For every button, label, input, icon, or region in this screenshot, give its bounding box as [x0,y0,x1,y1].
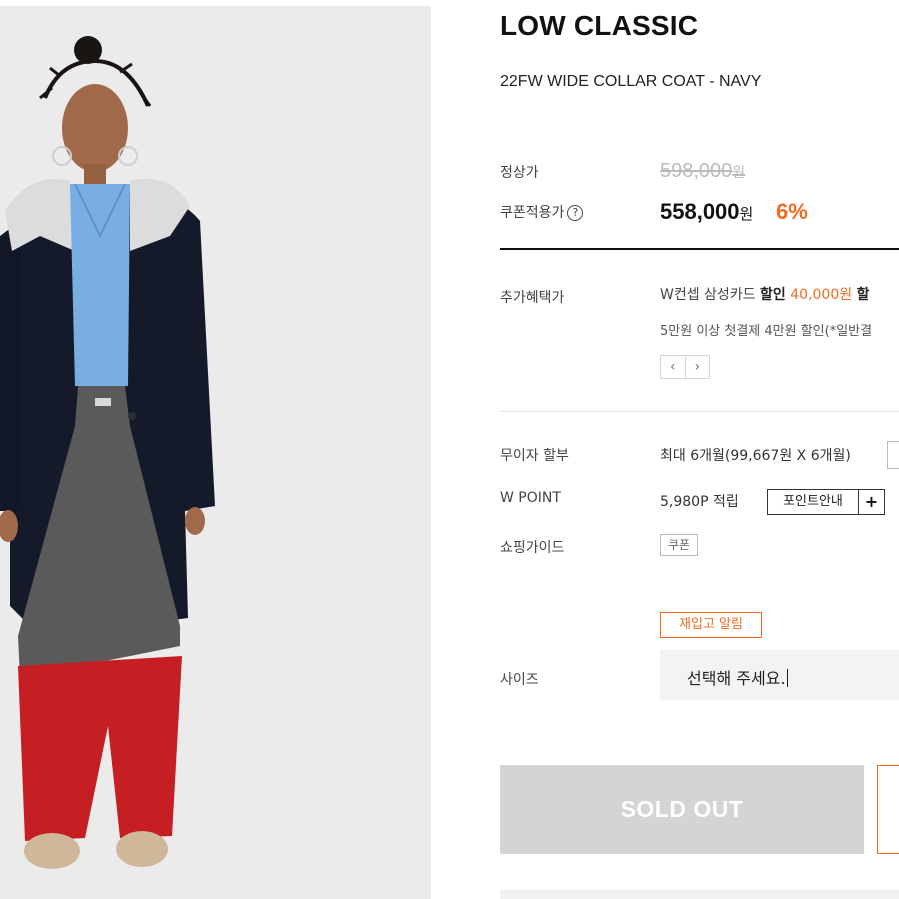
wishlist-button[interactable] [877,765,899,854]
regular-price-unit: 원 [732,164,746,180]
coupon-price-label: 쿠폰적용가? [500,202,584,222]
price-divider [500,248,899,250]
help-icon[interactable]: ? [567,205,584,221]
installment-label: 무이자 할부 [500,448,569,464]
size-select-placeholder: 선택해 주세요. [687,669,786,688]
regular-price: 598,000원 [660,160,745,183]
coupon-price-value: 558,000 [660,199,740,224]
regular-price-label: 정상가 [500,165,539,181]
sold-out-button[interactable]: SOLD OUT [500,765,864,854]
plus-icon[interactable]: + [858,489,885,515]
regular-price-value: 598,000 [660,160,733,182]
restock-alert-button[interactable]: 재입고 알림 [660,612,762,638]
card-benefit-line: W컨셉 삼성카드 할인 40,000원 할 [660,284,869,304]
card-benefit-prefix: W컨셉 삼성카드 [660,287,761,303]
first-payment-benefit-line: 5만원 이상 첫결제 4만원 할인(*일반결 [660,324,873,339]
benefit-pager: ‹ › [660,355,710,379]
card-benefit-bold: 할인 [760,287,786,303]
coupon-button[interactable]: 쿠폰 [660,534,698,556]
coupon-price-label-text: 쿠폰적용가 [500,205,565,221]
section-divider [500,411,899,412]
coupon-price: 558,000원 [660,199,753,225]
discount-rate: 6% [776,199,808,224]
product-name: 22FW WIDE COLLAR COAT - NAVY [500,73,762,90]
shopping-guide-label: 쇼핑가이드 [500,540,565,556]
bottom-bar [500,890,899,899]
installment-value: 최대 6개월(99,667원 X 6개월) [660,448,851,464]
point-guide-button[interactable]: 포인트안내 [767,489,859,515]
product-image[interactable] [0,6,431,899]
wpoint-label: W POINT [500,490,561,506]
installment-more-button[interactable] [887,441,899,469]
brand-name[interactable]: LOW CLASSIC [500,10,698,42]
coupon-price-unit: 원 [739,206,754,223]
card-benefit-amount: 40,000원 [790,287,853,303]
text-cursor [786,669,788,687]
card-benefit-suffix: 할 [856,287,870,303]
wpoint-value: 5,980P 적립 [660,494,739,510]
benefits-label: 추가혜택가 [500,290,565,306]
size-label: 사이즈 [500,672,539,688]
model-illustration [0,6,431,899]
chevron-left-icon[interactable]: ‹ [661,356,685,378]
size-select[interactable]: 선택해 주세요. [660,650,899,700]
chevron-right-icon[interactable]: › [684,356,710,378]
